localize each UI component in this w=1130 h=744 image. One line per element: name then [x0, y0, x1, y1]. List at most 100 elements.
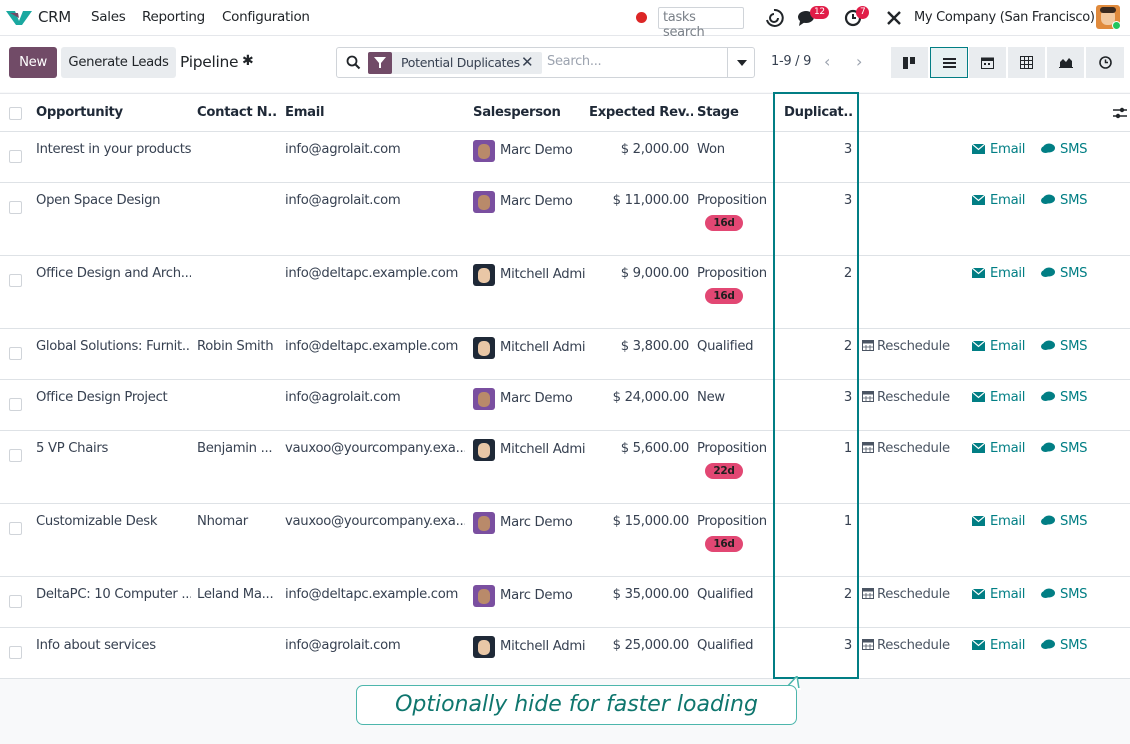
gear-icon[interactable]: ✱: [242, 53, 254, 69]
company-switcher[interactable]: My Company (San Francisco): [914, 10, 1095, 25]
filter-icon: [368, 52, 392, 74]
search-input[interactable]: Search...: [547, 54, 602, 69]
email-button[interactable]: Email: [971, 339, 1025, 354]
email-label: Email: [990, 514, 1026, 529]
email-value: info@deltapc.example.com: [285, 266, 459, 281]
column-opportunity[interactable]: Opportunity: [36, 105, 191, 120]
expected-revenue: $ 11,000.00: [612, 193, 689, 208]
stage-age-tag: 22d: [705, 463, 743, 479]
table-row[interactable]: Customizable Desk Nhomar vauxoo@yourcompan…: [0, 504, 1130, 577]
sms-label: SMS: [1060, 638, 1088, 653]
breadcrumb-pipeline: Pipeline: [180, 53, 239, 71]
debug-tools-icon[interactable]: [886, 10, 902, 26]
sms-label: SMS: [1060, 441, 1088, 456]
reschedule-button[interactable]: Reschedule: [862, 587, 950, 602]
opportunity-name: Open Space Design: [36, 193, 161, 208]
reschedule-button[interactable]: Reschedule: [862, 339, 950, 354]
sms-button[interactable]: SMS: [1041, 193, 1088, 208]
table-row[interactable]: Office Design Project info@agrolait.com Ma…: [0, 380, 1130, 431]
activities-badge: 7: [856, 6, 870, 19]
sms-label: SMS: [1060, 587, 1088, 602]
remove-filter-icon[interactable]: ✕: [521, 53, 534, 71]
reschedule-button[interactable]: Reschedule: [862, 441, 950, 456]
table-row[interactable]: Interest in your products info@agrolait.c…: [0, 132, 1130, 183]
row-checkbox[interactable]: [9, 274, 22, 287]
email-button[interactable]: Email: [971, 441, 1025, 456]
row-checkbox[interactable]: [9, 347, 22, 360]
email-value: info@agrolait.com: [285, 142, 401, 157]
table-row[interactable]: Open Space Design info@agrolait.com Marc D…: [0, 183, 1130, 256]
email-button[interactable]: Email: [971, 587, 1025, 602]
tasks-search-input[interactable]: tasks search: [658, 7, 744, 40]
search-bar[interactable]: Potential Duplicates ✕ Search...: [336, 47, 755, 78]
select-all-checkbox[interactable]: [9, 107, 22, 120]
sms-button[interactable]: SMS: [1041, 638, 1088, 653]
optional-columns-toggle-icon[interactable]: [1113, 106, 1127, 120]
sms-button[interactable]: SMS: [1041, 587, 1088, 602]
menu-reporting[interactable]: Reporting: [142, 9, 205, 25]
opportunity-name: Office Design Project: [36, 390, 168, 405]
filter-facet[interactable]: Potential Duplicates ✕: [368, 52, 542, 74]
row-checkbox[interactable]: [9, 398, 22, 411]
column-expected-revenue[interactable]: Expected Rev...: [589, 105, 693, 120]
menu-sales[interactable]: Sales: [91, 9, 126, 25]
search-dropdown-toggle[interactable]: [727, 48, 755, 77]
expected-revenue: $ 35,000.00: [612, 587, 689, 602]
crm-logo-icon[interactable]: [6, 9, 32, 27]
new-button[interactable]: New: [9, 47, 57, 78]
column-duplicates[interactable]: Duplicat...: [784, 105, 852, 120]
sms-button[interactable]: SMS: [1041, 142, 1088, 157]
email-button[interactable]: Email: [971, 193, 1025, 208]
stage-age-tag: 16d: [705, 536, 743, 552]
pager-value[interactable]: 1-9 / 9: [771, 54, 811, 69]
row-checkbox[interactable]: [9, 522, 22, 535]
row-checkbox[interactable]: [9, 595, 22, 608]
email-value: info@agrolait.com: [285, 193, 401, 208]
sms-button[interactable]: SMS: [1041, 390, 1088, 405]
table-row[interactable]: Office Design and Arch... info@deltapc.ex…: [0, 256, 1130, 329]
sms-button[interactable]: SMS: [1041, 339, 1088, 354]
sms-button[interactable]: SMS: [1041, 514, 1088, 529]
row-checkbox[interactable]: [9, 201, 22, 214]
table-row[interactable]: Info about services info@agrolait.com Mitc…: [0, 628, 1130, 679]
menu-configuration[interactable]: Configuration: [222, 9, 310, 25]
row-checkbox[interactable]: [9, 150, 22, 163]
duplicates-count: 3: [843, 193, 852, 208]
activity-view-icon[interactable]: [1086, 47, 1124, 78]
column-stage[interactable]: Stage: [697, 105, 767, 120]
calendar-view-icon[interactable]: [969, 47, 1007, 78]
email-button[interactable]: Email: [971, 142, 1025, 157]
pager-next-icon[interactable]: ›: [856, 52, 862, 71]
column-salesperson[interactable]: Salesperson: [473, 105, 583, 120]
sms-button[interactable]: SMS: [1041, 266, 1088, 281]
reschedule-button[interactable]: Reschedule: [862, 638, 950, 653]
generate-leads-button[interactable]: Generate Leads: [61, 47, 176, 78]
email-button[interactable]: Email: [971, 266, 1025, 281]
table-row[interactable]: Global Solutions: Furnit... Robin Smith in…: [0, 329, 1130, 380]
table-row[interactable]: 5 VP Chairs Benjamin ... vauxoo@yourcompan…: [0, 431, 1130, 504]
duplicates-count: 2: [843, 587, 852, 602]
kanban-view-icon[interactable]: [891, 47, 929, 78]
email-button[interactable]: Email: [971, 390, 1025, 405]
app-name[interactable]: CRM: [38, 8, 71, 26]
list-header: Opportunity Contact N... Email Salespers…: [0, 93, 1130, 132]
chat-bubble-icon: [1041, 143, 1055, 153]
envelope-icon: [971, 340, 986, 351]
email-value: vauxoo@yourcompany.exa...: [285, 441, 465, 456]
pager-previous-icon[interactable]: ‹: [824, 52, 830, 71]
pivot-view-icon[interactable]: [1008, 47, 1046, 78]
sms-button[interactable]: SMS: [1041, 441, 1088, 456]
reschedule-button[interactable]: Reschedule: [862, 390, 950, 405]
column-contact-name[interactable]: Contact N...: [197, 105, 277, 120]
email-button[interactable]: Email: [971, 638, 1025, 653]
row-checkbox[interactable]: [9, 646, 22, 659]
list-view-icon[interactable]: [930, 47, 968, 78]
table-row[interactable]: DeltaPC: 10 Computer ... Leland Ma... info…: [0, 577, 1130, 628]
spiral-icon[interactable]: [764, 8, 784, 28]
email-button[interactable]: Email: [971, 514, 1026, 529]
graph-view-icon[interactable]: [1047, 47, 1085, 78]
column-email[interactable]: Email: [285, 105, 465, 120]
stage-value: Qualified: [697, 638, 754, 653]
salesperson-avatar: [473, 191, 495, 213]
row-checkbox[interactable]: [9, 449, 22, 462]
